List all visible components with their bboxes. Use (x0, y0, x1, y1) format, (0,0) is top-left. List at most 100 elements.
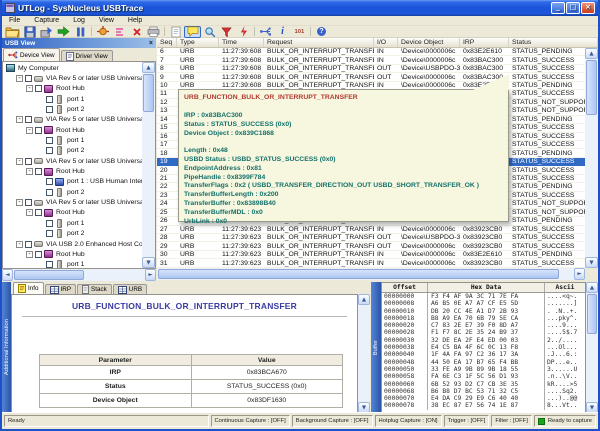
minimize-icon[interactable]: _ (551, 2, 565, 14)
tree-checkbox[interactable] (46, 147, 53, 154)
tree-checkbox[interactable] (35, 209, 42, 216)
tree-expander-icon[interactable]: - (26, 251, 33, 258)
log-row[interactable]: 9URB11:27:39:608BULK_OR_INTERRUPT_TRANSF… (157, 73, 585, 81)
tree-checkbox[interactable] (35, 127, 42, 134)
scroll-thumb[interactable] (586, 60, 597, 115)
column-header-status[interactable]: Status (509, 38, 598, 47)
log-row[interactable]: 6URB11:27:39:608BULK_OR_INTERRUPT_TRANSF… (157, 48, 585, 56)
menu-help[interactable]: Help (121, 17, 149, 24)
tree-item-root-hub[interactable]: -Root Hub (3, 84, 142, 94)
tree-expander-icon[interactable]: - (16, 116, 23, 123)
tab-irp[interactable]: IRP (45, 284, 77, 294)
tree-item-port-1[interactable]: port 1 (3, 260, 142, 268)
log-row[interactable]: 28URB11:27:39:623BULK_OR_INTERRUPT_TRANS… (157, 234, 585, 242)
menu-log[interactable]: Log (66, 17, 92, 24)
tree-item-port-2[interactable]: port 2 (3, 187, 142, 197)
tree-checkbox[interactable] (46, 220, 53, 227)
tree-item-my-computer[interactable]: My Computer (3, 63, 142, 73)
menu-capture[interactable]: Capture (27, 17, 66, 24)
tree-item-via-rev-5-or-later-usb-universal-host-c[interactable]: -VIA Rev 5 or later USB Universal Host C (3, 197, 142, 207)
tree-checkbox[interactable] (25, 199, 32, 206)
tree-expander-icon[interactable]: - (16, 75, 23, 82)
column-header-time[interactable]: Time (219, 38, 264, 47)
tree-horizontal-scrollbar[interactable]: ◄ ► (2, 269, 156, 281)
tab-stack[interactable]: Stack (77, 284, 112, 294)
tree-expander-icon[interactable]: - (16, 199, 23, 206)
save-log-button[interactable] (21, 26, 38, 38)
tree-checkbox[interactable] (46, 106, 53, 113)
info-vertical-scrollbar[interactable]: ▲ ▼ (358, 294, 370, 413)
filter-button[interactable] (218, 26, 235, 38)
scroll-up-icon[interactable]: ▲ (586, 282, 598, 293)
scroll-up-icon[interactable]: ▲ (358, 294, 370, 305)
tree-checkbox[interactable] (25, 241, 32, 248)
log-row[interactable]: 30URB11:27:39:623BULK_OR_INTERRUPT_TRANS… (157, 251, 585, 259)
print-log-button[interactable] (145, 26, 162, 38)
clear-log-button[interactable] (128, 26, 145, 38)
scroll-right-icon[interactable]: ► (574, 268, 585, 280)
titlebar[interactable]: UTLog - SysNucleus USBTrace _ □ × (2, 0, 598, 16)
log-row[interactable]: 29URB11:27:39:623BULK_OR_INTERRUPT_TRANS… (157, 242, 585, 250)
tree-item-root-hub[interactable]: -Root Hub (3, 166, 142, 176)
column-header-device-object[interactable]: Device Object (398, 38, 460, 47)
scroll-left-icon[interactable]: ◄ (2, 269, 13, 281)
tree-checkbox[interactable] (46, 96, 53, 103)
tab-info[interactable]: Info (13, 282, 44, 294)
tree-checkbox[interactable] (46, 137, 53, 144)
menu-view[interactable]: View (92, 17, 121, 24)
tree-checkbox[interactable] (25, 158, 32, 165)
info-view-toggle-button[interactable]: i (274, 26, 291, 38)
log-horizontal-scrollbar[interactable]: ► (157, 268, 585, 280)
tree-checkbox[interactable] (46, 230, 53, 237)
tree-expander-icon[interactable]: - (26, 85, 33, 92)
tree-item-port-1[interactable]: port 1 (3, 135, 142, 145)
scroll-down-icon[interactable]: ▼ (585, 257, 598, 268)
tree-item-root-hub[interactable]: -Root Hub (3, 249, 142, 259)
tree-checkbox[interactable] (25, 116, 32, 123)
column-header-type[interactable]: Type (177, 38, 219, 47)
start-capture-button[interactable] (55, 26, 72, 38)
additional-information-strip[interactable]: Additional Information (2, 282, 11, 413)
panel-close-icon[interactable]: × (149, 40, 153, 47)
trigger-button[interactable] (235, 26, 252, 38)
tree-item-port-2[interactable]: port 2 (3, 146, 142, 156)
usb-view-toggle-button[interactable] (257, 26, 274, 38)
binary-view-toggle-button[interactable]: 101 (291, 26, 308, 38)
tooltip-toggle-button[interactable] (184, 26, 201, 38)
tree-item-port-1-usb-human-interface-d[interactable]: port 1 : USB Human Interface D (3, 177, 142, 187)
scroll-down-icon[interactable]: ▼ (142, 257, 155, 268)
log-row[interactable]: 27URB11:27:39:623BULK_OR_INTERRUPT_TRANS… (157, 226, 585, 234)
tree-item-via-rev-5-or-later-usb-universal-host-c[interactable]: -VIA Rev 5 or later USB Universal Host C (3, 73, 142, 83)
tree-item-root-hub[interactable]: -Root Hub (3, 125, 142, 135)
export-log-button[interactable] (38, 26, 55, 38)
tree-checkbox[interactable] (25, 75, 32, 82)
tree-item-port-2[interactable]: port 2 (3, 104, 142, 114)
column-header-i-o[interactable]: I/O (374, 38, 398, 47)
buffer-vertical-scrollbar[interactable]: ▲ ▼ (586, 282, 598, 413)
tab-urb[interactable]: URB (113, 284, 147, 294)
tree-checkbox[interactable] (35, 251, 42, 258)
tree-item-port-1[interactable]: port 1 (3, 218, 142, 228)
tree-expander-icon[interactable]: - (26, 127, 33, 134)
pause-capture-button[interactable] (72, 26, 89, 38)
tree-checkbox[interactable] (46, 178, 53, 185)
scroll-right-icon[interactable]: ► (145, 269, 156, 281)
tab-driver-view[interactable]: Driver View (61, 50, 113, 61)
tree-expander-icon[interactable]: - (16, 241, 23, 248)
tree-item-via-rev-5-or-later-usb-universal-host-c[interactable]: -VIA Rev 5 or later USB Universal Host C (3, 156, 142, 166)
buffer-strip[interactable]: Buffer (371, 282, 381, 413)
column-header-irp[interactable]: IRP (460, 38, 509, 47)
log-row[interactable]: 7URB11:27:39:608BULK_OR_INTERRUPT_TRANSF… (157, 56, 585, 64)
tree-checkbox[interactable] (46, 261, 53, 268)
open-log-button[interactable] (4, 26, 21, 38)
tree-item-via-rev-5-or-later-usb-universal-host-c[interactable]: -VIA Rev 5 or later USB Universal Host C (3, 115, 142, 125)
tree-checkbox[interactable] (46, 189, 53, 196)
tree-item-port-2[interactable]: port 2 (3, 229, 142, 239)
scroll-thumb[interactable] (587, 294, 597, 334)
menu-file[interactable]: File (2, 17, 27, 24)
autoscroll-toggle-button[interactable] (167, 26, 184, 38)
help-button[interactable]: ? (313, 26, 330, 38)
tab-device-view[interactable]: Device View (3, 48, 60, 61)
tree-checkbox[interactable] (35, 85, 42, 92)
scroll-thumb[interactable] (143, 74, 154, 112)
